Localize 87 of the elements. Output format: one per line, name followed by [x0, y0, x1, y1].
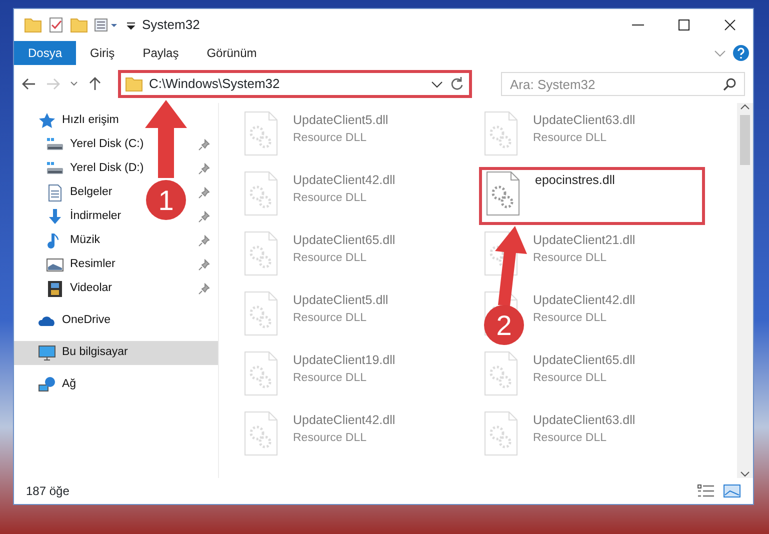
nav-item-label[interactable]: Videolar	[70, 280, 112, 298]
monitor-icon	[38, 344, 56, 362]
step-number-badge: 2	[484, 305, 524, 345]
nav-item-label[interactable]: Resimler	[70, 256, 116, 274]
file-name[interactable]: UpdateClient42.dll	[293, 171, 396, 190]
nav-item-label[interactable]: Yerel Disk (C:)	[70, 136, 144, 154]
file-type: Resource DLL	[533, 250, 608, 266]
nav-item-label[interactable]: Hızlı erişim	[62, 112, 119, 130]
file-type: Resource DLL	[293, 250, 368, 266]
pin-icon[interactable]	[198, 187, 210, 199]
down-arrow-icon	[46, 208, 64, 226]
dll-file-icon	[243, 291, 279, 337]
details-view-icon[interactable]	[697, 484, 715, 498]
file-type: Resource DLL	[293, 130, 368, 146]
nav-item-label[interactable]: Yerel Disk (D:)	[70, 160, 144, 178]
picture-icon	[46, 256, 64, 274]
file-name[interactable]: epocinstres.dll	[535, 171, 615, 190]
scroll-up-icon[interactable]	[740, 103, 750, 111]
dll-file-icon	[243, 111, 279, 157]
checklist-icon[interactable]	[48, 16, 64, 34]
dll-file-icon	[243, 411, 279, 457]
network-icon	[38, 376, 56, 394]
file-type: Resource DLL	[533, 130, 608, 146]
scroll-down-icon[interactable]	[740, 470, 750, 478]
pin-icon[interactable]	[198, 139, 210, 151]
folder-icon[interactable]	[70, 16, 88, 34]
pin-icon[interactable]	[198, 283, 210, 295]
dll-file-icon	[483, 111, 519, 157]
scroll-thumb[interactable]	[740, 115, 750, 165]
step-number-badge: 1	[146, 180, 186, 220]
file-name[interactable]: UpdateClient63.dll	[533, 111, 636, 130]
file-name[interactable]: UpdateClient19.dll	[293, 351, 396, 370]
file-name[interactable]: UpdateClient5.dll	[293, 291, 388, 310]
nav-item-label[interactable]: Bu bilgisayar	[62, 344, 128, 362]
window-title: System32	[142, 16, 200, 34]
back-arrow-icon[interactable]	[22, 77, 36, 91]
file-type: Resource DLL	[293, 370, 368, 386]
nav-item-label[interactable]: Ağ	[62, 376, 76, 394]
nav-item-label[interactable]: Müzik	[70, 232, 100, 250]
folder-icon[interactable]	[24, 16, 42, 34]
help-icon[interactable]	[732, 44, 750, 62]
dll-file-icon	[483, 351, 519, 397]
nav-item-label[interactable]: OneDrive	[62, 312, 111, 330]
file-name[interactable]: UpdateClient21.dll	[533, 231, 636, 250]
file-type: Resource DLL	[293, 310, 368, 326]
dll-file-icon	[243, 231, 279, 277]
search-field[interactable]: Ara: System32	[501, 72, 745, 96]
file-type: Resource DLL	[293, 190, 368, 206]
file-type: Resource DLL	[533, 370, 608, 386]
file-name[interactable]: UpdateClient65.dll	[533, 351, 636, 370]
film-icon	[46, 280, 64, 298]
search-icon	[723, 77, 737, 91]
pin-icon[interactable]	[198, 211, 210, 223]
ribbon-tab[interactable]: Görünüm	[192, 41, 271, 65]
folder-icon	[125, 75, 143, 93]
file-type: Resource DLL	[533, 310, 608, 326]
nav-item-label[interactable]: İndirmeler	[70, 208, 122, 226]
document-icon	[46, 184, 64, 202]
pin-icon[interactable]	[198, 259, 210, 271]
address-field[interactable]: C:\Windows\System32	[118, 70, 472, 98]
file-name[interactable]: UpdateClient65.dll	[293, 231, 396, 250]
file-name[interactable]: UpdateClient63.dll	[533, 411, 636, 430]
highlighted-file-item[interactable]: epocinstres.dll	[479, 167, 705, 225]
address-path: C:\Windows\System32	[149, 75, 281, 94]
pin-icon[interactable]	[198, 163, 210, 175]
file-name[interactable]: UpdateClient5.dll	[293, 111, 388, 130]
file-name[interactable]: UpdateClient42.dll	[293, 411, 396, 430]
scrollbar[interactable]	[737, 103, 753, 478]
selected-nav-item[interactable]: Bu bilgisayar	[14, 341, 218, 365]
file-type: Resource DLL	[293, 430, 368, 446]
dll-file-icon	[485, 171, 521, 217]
file-name[interactable]: UpdateClient42.dll	[533, 291, 636, 310]
pin-icon[interactable]	[198, 235, 210, 247]
nav-item-label[interactable]: Belgeler	[70, 184, 112, 202]
up-arrow-icon[interactable]	[88, 77, 102, 91]
file-type: Resource DLL	[533, 430, 608, 446]
properties-icon[interactable]	[94, 16, 120, 34]
dll-file-icon	[243, 171, 279, 217]
dll-file-icon	[483, 411, 519, 457]
ribbon-tab[interactable]: Giriş	[76, 41, 129, 65]
large-icons-view-icon[interactable]	[723, 484, 741, 498]
dll-file-icon	[243, 351, 279, 397]
item-count: 187 öğe	[26, 483, 70, 500]
star-icon	[38, 112, 56, 130]
refresh-icon[interactable]	[449, 76, 465, 92]
ribbon-tab[interactable]: Dosya	[14, 41, 76, 65]
ribbon-tab[interactable]: Paylaş	[128, 41, 193, 65]
